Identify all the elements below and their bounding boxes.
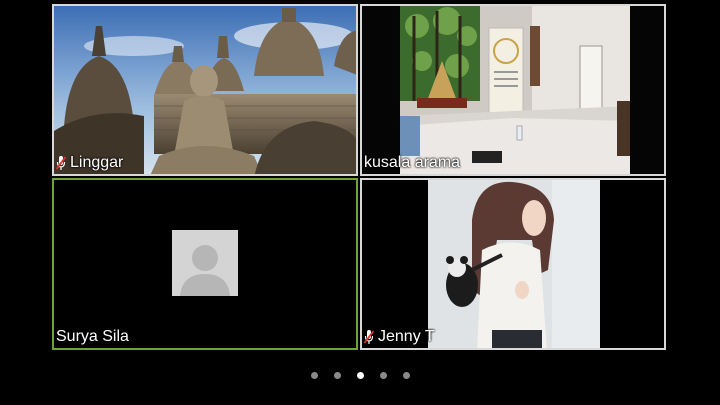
- participant-name: kusala arama: [364, 154, 461, 171]
- default-avatar-icon: [180, 245, 230, 296]
- name-tag: Linggar: [56, 154, 123, 172]
- participant-tile-kusala-arama[interactable]: kusala arama: [360, 4, 666, 176]
- participant-tile-linggar[interactable]: Linggar: [52, 4, 358, 176]
- page-dot[interactable]: [310, 372, 318, 379]
- page-dot[interactable]: [333, 372, 341, 379]
- page-dot[interactable]: [402, 372, 410, 379]
- page-dot[interactable]: [379, 372, 387, 379]
- participant-tile-surya-sila[interactable]: Surya Sila: [52, 178, 358, 350]
- participant-name: Surya Sila: [56, 328, 129, 345]
- video-feed-temple: [54, 6, 356, 174]
- page-dot-current[interactable]: [356, 372, 364, 379]
- avatar: [172, 230, 238, 296]
- video-feed-person: [362, 180, 664, 348]
- muted-mic-icon: [364, 330, 374, 344]
- name-tag: kusala arama: [364, 154, 460, 172]
- video-feed-meditation-hall: [362, 6, 664, 174]
- name-tag: Surya Sila: [56, 328, 129, 346]
- participant-tile-jenny-t[interactable]: Jenny T: [360, 178, 666, 350]
- participant-name: Jenny T: [378, 328, 435, 345]
- page-indicator: [0, 372, 720, 379]
- participant-name: Linggar: [70, 154, 124, 171]
- name-tag: Jenny T: [364, 328, 435, 346]
- muted-mic-icon: [56, 156, 66, 170]
